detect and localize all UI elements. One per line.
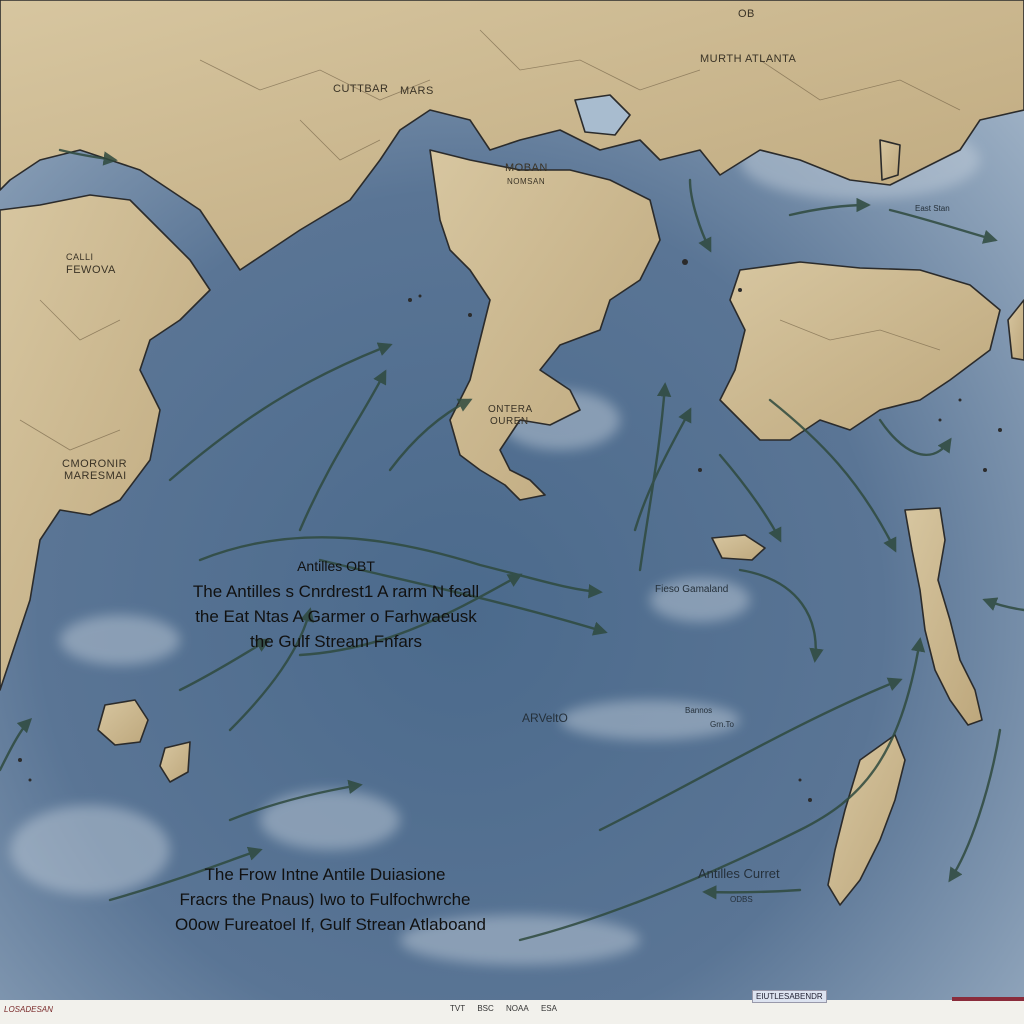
label-east-small: East Stan [915,204,950,213]
footer-logo: BSC [477,1004,494,1013]
caption-top-line2: the Eat Ntas A Garmer o Farhwaeusk [195,607,477,626]
label-antilles-current-sub: ODBS [730,895,753,904]
label-north-atlanta: MURTH ATLANTA [700,53,797,65]
footer-tag: EIUTLESABENDR [752,990,827,1003]
label-moban: MOBAN [505,162,548,174]
footer-logo: ESA [540,1004,557,1013]
footer-bar [952,997,1024,1001]
footer-logo: NOAA [506,1004,529,1013]
caption-top-line1: The Antilles s Cnrdrest1 A rarm N fcall [192,582,480,601]
caption-top-line3: the Gulf Stream Fnfars [250,632,422,651]
footer-strip: LOSADESAN TVT BSC NOAA ESA EIUTLESABENDR [0,990,1024,1024]
label-cuttbar: CUTTBAR [333,83,389,95]
label-coronir-1: CMORONIR [62,458,128,470]
footer-brand: LOSADESAN [4,1005,53,1014]
label-top-corner: OB [738,8,755,20]
label-small-code: Grn.To [710,720,735,729]
caption-bottom-line2: Fracrs the Pnaus) Iwo to Fulfochwrche [179,890,471,909]
label-ontera-1: ONTERA [488,404,533,415]
caption-bottom: The Frow Intne Antile Duiasione Fracrs t… [175,862,486,937]
footer-logo: TVT [450,1004,466,1013]
caption-bottom-line3: O0ow Fureatoel If, Gulf Strean Atlaboand [175,915,486,934]
map-svg [0,0,1024,1024]
label-antilles-current: Antilles Curret [698,866,780,881]
label-fewova-1: CALLI [66,252,94,262]
island-east-north [879,139,901,181]
map-canvas[interactable]: MURTH ATLANTA OB CUTTBAR MARS MOBAN NOMS… [0,0,1024,1024]
label-mid-small: Bannos [685,706,713,715]
caption-top-line0: Antilles OBT [297,558,375,574]
label-moban-sub: NOMSAN [507,177,546,186]
label-mars: MARS [400,85,434,97]
caption-top: Antilles OBT The Antilles s Cnrdrest1 A … [186,554,486,654]
footer-logos: TVT BSC NOAA ESA [450,1004,567,1013]
label-arvelto: ARVeltO [522,711,568,725]
label-fieso: Fieso Gamaland [655,584,729,595]
label-ontera-2: OUREN [490,416,529,427]
label-coronir-2: MARESMAI [64,470,127,482]
caption-bottom-line1: The Frow Intne Antile Duiasione [204,865,446,884]
label-fewova-2: FEWOVA [66,264,116,276]
